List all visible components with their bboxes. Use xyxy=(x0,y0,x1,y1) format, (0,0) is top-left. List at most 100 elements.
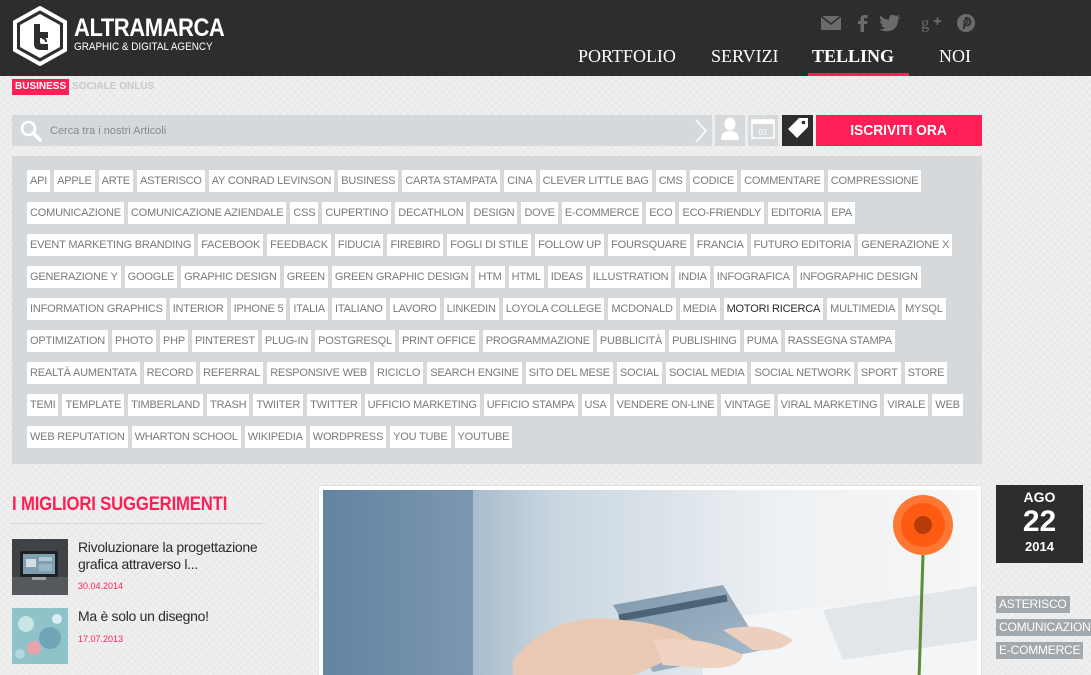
tag-item[interactable]: DESIGN xyxy=(470,202,518,224)
tag-item[interactable]: SPORT xyxy=(857,362,901,384)
tag-item[interactable]: FUTURO EDITORIA xyxy=(750,234,855,256)
tag-item[interactable]: CODICE xyxy=(689,170,738,192)
tag-item[interactable]: RICICLO xyxy=(374,362,424,384)
tag-item[interactable]: UFFICIO MARKETING xyxy=(364,394,480,416)
tag-item[interactable]: PINTEREST xyxy=(191,330,258,352)
tag-item[interactable]: SOCIAL NETWORK xyxy=(751,362,854,384)
tag-item[interactable]: IPHONE 5 xyxy=(230,298,287,320)
tag-item[interactable]: LOYOLA COLLEGE xyxy=(502,298,605,320)
tag-item[interactable]: RESPONSIVE WEB xyxy=(267,362,371,384)
tag-item[interactable]: WEB xyxy=(932,394,963,416)
search-input[interactable] xyxy=(50,115,690,146)
tag-item[interactable]: RASSEGNA STAMPA xyxy=(784,330,895,352)
tag-item[interactable]: E-COMMERCE xyxy=(561,202,643,224)
tag-item[interactable]: GENERAZIONE X xyxy=(858,234,953,256)
search-submit-arrow-icon[interactable] xyxy=(694,119,708,148)
tag-item[interactable]: FOURSQUARE xyxy=(608,234,690,256)
tag-item[interactable]: SITO DEL MESE xyxy=(525,362,613,384)
subcategory-business[interactable]: BUSINESS xyxy=(12,79,70,95)
tag-item[interactable]: VINTAGE xyxy=(721,394,774,416)
facebook-icon[interactable] xyxy=(851,12,873,34)
tag-item[interactable]: TWIITER xyxy=(253,394,304,416)
tag-item[interactable]: YOUTUBE xyxy=(454,426,513,448)
nav-telling[interactable]: TELLING xyxy=(812,46,894,66)
tag-item[interactable]: REALTÀ AUMENTATA xyxy=(27,362,140,384)
tag-item[interactable]: AY CONRAD LEVINSON xyxy=(208,170,335,192)
suggestion-title-2[interactable]: Ma è solo un disegno! xyxy=(78,608,263,625)
filter-tag-button[interactable] xyxy=(782,115,813,146)
twitter-icon[interactable] xyxy=(879,12,901,34)
nav-noi[interactable]: NOI xyxy=(939,46,971,66)
tag-item[interactable]: FEEDBACK xyxy=(267,234,331,256)
filter-date-button[interactable]: 01 xyxy=(748,115,778,146)
tag-item[interactable]: CINA xyxy=(504,170,536,192)
tag-item[interactable]: API xyxy=(27,170,51,192)
tag-item[interactable]: FACEBOOK xyxy=(198,234,264,256)
post-tag-1[interactable]: ASTERISCO xyxy=(996,596,1070,613)
suggestion-thumbnail-1[interactable] xyxy=(12,539,68,595)
subcategory-sociale-onlus[interactable]: SOCIALE ONLUS xyxy=(69,79,157,95)
tag-item[interactable]: STORE xyxy=(904,362,948,384)
tag-item[interactable]: FIREBIRD xyxy=(387,234,444,256)
tag-item[interactable]: DOVE xyxy=(521,202,558,224)
tag-item[interactable]: MOTORI RICERCA xyxy=(723,298,824,320)
tag-item[interactable]: TRASH xyxy=(207,394,250,416)
filter-author-button[interactable] xyxy=(715,115,745,146)
tag-item[interactable]: PUBLISHING xyxy=(669,330,740,352)
google-plus-icon[interactable]: g xyxy=(921,12,943,34)
tag-item[interactable]: ECO xyxy=(646,202,676,224)
tag-item[interactable]: FOGLI DI STILE xyxy=(447,234,532,256)
tag-item[interactable]: FRANCIA xyxy=(693,234,747,256)
nav-servizi[interactable]: SERVIZI xyxy=(711,46,779,66)
featured-post-image[interactable] xyxy=(323,490,977,675)
tag-item[interactable]: GREEN GRAPHIC DESIGN xyxy=(331,266,472,288)
tag-item[interactable]: COMUNICAZIONE xyxy=(27,202,124,224)
tag-item[interactable]: WIKIPEDIA xyxy=(244,426,306,448)
post-tag-2[interactable]: COMUNICAZIONE xyxy=(996,619,1091,636)
subscribe-button[interactable]: ISCRIVITI ORA xyxy=(816,115,982,146)
tag-item[interactable]: INFOGRAFICA xyxy=(713,266,793,288)
tag-item[interactable]: INFOGRAPHIC DESIGN xyxy=(796,266,921,288)
tag-item[interactable]: WHARTON SCHOOL xyxy=(131,426,241,448)
tag-item[interactable]: TIMBERLAND xyxy=(128,394,204,416)
tag-item[interactable]: FIDUCIA xyxy=(334,234,384,256)
tag-item[interactable]: MEDIA xyxy=(679,298,720,320)
tag-item[interactable]: HTM xyxy=(475,266,505,288)
tag-item[interactable]: SOCIAL xyxy=(616,362,663,384)
tag-item[interactable]: SEARCH ENGINE xyxy=(427,362,522,384)
tag-item[interactable]: LINKEDIN xyxy=(443,298,499,320)
tag-item[interactable]: TEMI xyxy=(27,394,59,416)
tag-item[interactable]: FOLLOW UP xyxy=(535,234,605,256)
tag-item[interactable]: POSTGRESQL xyxy=(315,330,395,352)
tag-item[interactable]: EPA xyxy=(828,202,855,224)
tag-item[interactable]: REFERRAL xyxy=(200,362,264,384)
tag-item[interactable]: PHP xyxy=(159,330,188,352)
tag-item[interactable]: MULTIMEDIA xyxy=(827,298,899,320)
tag-item[interactable]: CMS xyxy=(655,170,686,192)
nav-portfolio[interactable]: PORTFOLIO xyxy=(578,46,676,66)
tag-item[interactable]: ILLUSTRATION xyxy=(589,266,672,288)
tag-item[interactable]: USA xyxy=(581,394,610,416)
tag-item[interactable]: APPLE xyxy=(54,170,95,192)
tag-item[interactable]: LAVORO xyxy=(389,298,440,320)
tag-item[interactable]: COMMENTARE xyxy=(741,170,824,192)
tag-item[interactable]: MCDONALD xyxy=(608,298,676,320)
tag-item[interactable]: COMUNICAZIONE AZIENDALE xyxy=(127,202,287,224)
tag-item[interactable]: ECO-FRIENDLY xyxy=(679,202,765,224)
tag-item[interactable]: HTML xyxy=(508,266,544,288)
tag-item[interactable]: WEB REPUTATION xyxy=(27,426,128,448)
tag-item[interactable]: ARTE xyxy=(98,170,133,192)
tag-item[interactable]: CARTA STAMPATA xyxy=(402,170,501,192)
tag-item[interactable]: DECATHLON xyxy=(395,202,467,224)
tag-item[interactable]: RECORD xyxy=(143,362,197,384)
tag-item[interactable]: CSS xyxy=(290,202,319,224)
tag-item[interactable]: EDITORIA xyxy=(768,202,825,224)
mail-icon[interactable] xyxy=(820,12,842,34)
tag-item[interactable]: PUBBLICITÀ xyxy=(596,330,666,352)
tag-item[interactable]: INDIA xyxy=(675,266,710,288)
tag-item[interactable]: ITALIANO xyxy=(332,298,386,320)
tag-item[interactable]: VENDERE ON-LINE xyxy=(613,394,718,416)
suggestion-thumbnail-2[interactable] xyxy=(12,608,68,664)
tag-item[interactable]: PRINT OFFICE xyxy=(398,330,479,352)
tag-item[interactable]: CUPERTINO xyxy=(322,202,392,224)
